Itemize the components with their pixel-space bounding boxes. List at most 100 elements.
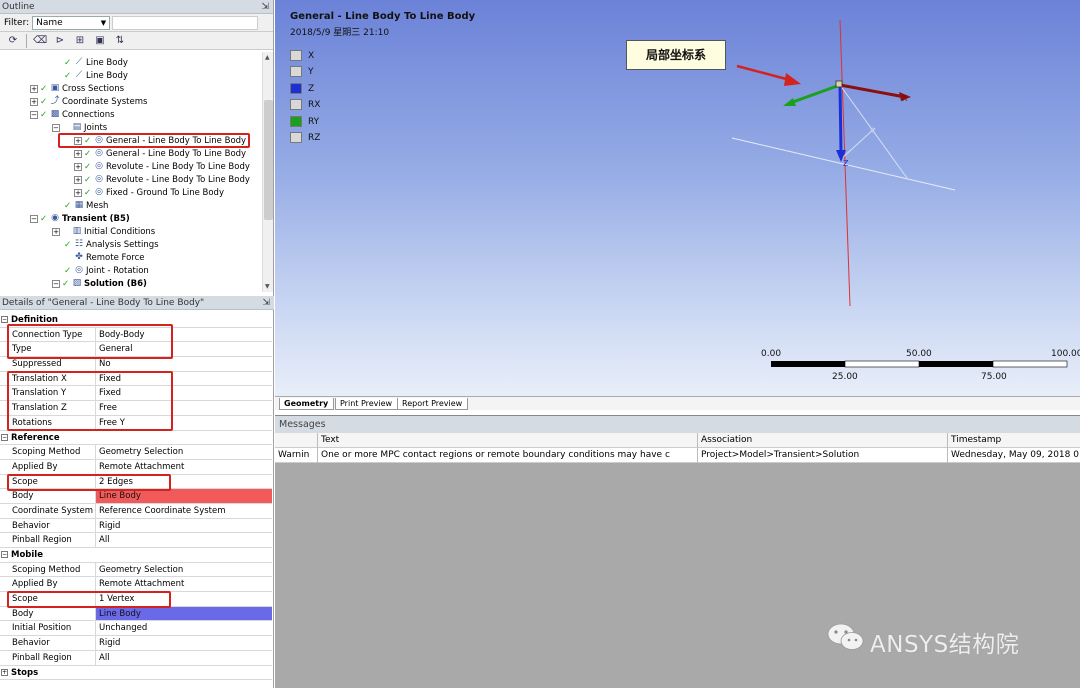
tree-item[interactable]: + ✓ ◎ Revolute - Line Body To Line Body bbox=[74, 160, 250, 173]
tree-item[interactable]: − ▤ Joints bbox=[52, 121, 107, 134]
scroll-thumb[interactable] bbox=[264, 100, 273, 220]
tree-item[interactable]: + ▥ Initial Conditions bbox=[52, 225, 155, 238]
tree-item[interactable]: ✓ ☷ Analysis Settings bbox=[52, 238, 159, 251]
property-value[interactable]: Geometry Selection bbox=[96, 563, 272, 577]
details-row[interactable]: Rotations Free Y bbox=[0, 415, 272, 431]
expand-icon[interactable]: + bbox=[1, 668, 8, 676]
details-row[interactable]: Applied By Remote Attachment bbox=[0, 577, 272, 593]
expand-icon[interactable]: + bbox=[74, 149, 82, 158]
property-value[interactable]: Rigid bbox=[96, 519, 272, 533]
property-value[interactable]: Line Body bbox=[96, 489, 272, 503]
property-value[interactable]: All bbox=[96, 651, 272, 665]
details-row[interactable]: Translation Z Free bbox=[0, 401, 272, 416]
details-row[interactable]: Behavior Rigid bbox=[0, 636, 272, 651]
collapse-icon[interactable]: − bbox=[30, 110, 38, 119]
tree-item[interactable]: − ✓ ◉ Transient (B5) bbox=[30, 212, 130, 225]
details-row[interactable]: Body Line Body bbox=[0, 489, 272, 504]
tab-report-preview[interactable]: Report Preview bbox=[397, 398, 469, 410]
tree-item[interactable]: ✓ ◎ Joint - Rotation bbox=[52, 264, 149, 277]
property-value[interactable]: Fixed bbox=[96, 372, 272, 386]
property-value[interactable]: Geometry Selection bbox=[96, 445, 272, 459]
property-value[interactable]: Body-Body bbox=[96, 328, 272, 342]
details-section-header[interactable]: − Definition bbox=[0, 313, 272, 328]
property-value[interactable]: 2 Edges bbox=[96, 475, 272, 489]
tab-geometry[interactable]: Geometry bbox=[279, 398, 335, 410]
property-value[interactable]: Line Body bbox=[96, 606, 272, 621]
details-row[interactable]: Scope 2 Edges bbox=[0, 474, 272, 490]
tree-item[interactable]: ✤ Remote Force bbox=[52, 251, 144, 264]
tab-print-preview[interactable]: Print Preview bbox=[335, 398, 399, 410]
details-row[interactable]: Pinball Region All bbox=[0, 533, 272, 548]
details-row[interactable]: Coordinate System Reference Coordinate Sy… bbox=[0, 503, 272, 519]
expand-icon[interactable]: + bbox=[52, 227, 60, 236]
tree-item[interactable]: + ✓ ▣ Cross Sections bbox=[30, 82, 124, 95]
details-row[interactable]: Suppressed No bbox=[0, 357, 272, 372]
details-section-header[interactable]: + Stops bbox=[0, 665, 272, 681]
header-text[interactable]: Text bbox=[317, 433, 697, 448]
property-value[interactable]: Remote Attachment bbox=[96, 577, 272, 591]
collapse-icon[interactable]: − bbox=[1, 433, 8, 441]
header-association[interactable]: Association bbox=[697, 433, 947, 448]
clear-icon[interactable]: ⌫ bbox=[33, 34, 47, 48]
details-row[interactable]: Applied By Remote Attachment bbox=[0, 459, 272, 475]
expand-all-icon[interactable]: ⊞ bbox=[73, 34, 87, 48]
filter-input[interactable] bbox=[112, 15, 259, 30]
details-row[interactable]: Scoping Method Geometry Selection bbox=[0, 445, 272, 460]
header-timestamp[interactable]: Timestamp bbox=[947, 433, 1080, 448]
property-value[interactable]: Free Y bbox=[96, 416, 272, 430]
collapse-icon[interactable]: − bbox=[52, 123, 60, 132]
property-value[interactable]: 1 Vertex bbox=[96, 592, 272, 606]
tree-item[interactable]: + ✓ ◎ General - Line Body To Line Body bbox=[74, 134, 246, 147]
tree-item[interactable]: − ✓ ▩ Connections bbox=[30, 108, 115, 121]
pin-icon[interactable]: ⇲ bbox=[261, 0, 269, 14]
tree-scrollbar[interactable]: ▲ ▼ bbox=[262, 52, 273, 292]
details-section-header[interactable]: − Mobile bbox=[0, 548, 272, 563]
filter-select[interactable]: Name ▼ bbox=[32, 15, 111, 30]
message-row[interactable]: Warnin One or more MPC contact regions o… bbox=[275, 448, 1080, 463]
property-value[interactable]: Remote Attachment bbox=[96, 460, 272, 474]
tree-item[interactable]: ✓ ⟋ Line Body bbox=[52, 69, 128, 82]
details-row[interactable]: Behavior Rigid bbox=[0, 518, 272, 534]
sort-icon[interactable]: ⇅ bbox=[113, 34, 127, 48]
property-value[interactable]: Rigid bbox=[96, 636, 272, 650]
tree-item[interactable]: ✓ ⟋ Line Body bbox=[52, 56, 128, 69]
refresh-icon[interactable]: ⟳ bbox=[6, 34, 20, 48]
tree-item[interactable]: + ✓ ◎ Fixed - Ground To Line Body bbox=[74, 186, 224, 199]
details-row[interactable]: Type General bbox=[0, 342, 272, 358]
scroll-up-icon[interactable]: ▲ bbox=[265, 54, 270, 61]
property-value[interactable]: Unchanged bbox=[96, 621, 272, 635]
expand-icon[interactable]: + bbox=[30, 84, 38, 93]
property-value[interactable]: Free bbox=[96, 401, 272, 415]
property-value[interactable]: Reference Coordinate System bbox=[96, 504, 272, 518]
property-value[interactable]: All bbox=[96, 533, 272, 547]
graphics-viewport[interactable]: + General - Line Body To Line Body 2018/… bbox=[275, 0, 1080, 396]
collapse-icon[interactable]: − bbox=[1, 316, 8, 323]
details-row[interactable]: Pinball Region All bbox=[0, 650, 272, 666]
collapse-icon[interactable]: − bbox=[30, 214, 38, 223]
details-row[interactable]: Connection Type Body-Body bbox=[0, 327, 272, 343]
details-row[interactable]: Scoping Method Geometry Selection bbox=[0, 562, 272, 578]
pin-icon[interactable]: ⇲ bbox=[262, 296, 270, 310]
property-value[interactable]: Fixed bbox=[96, 386, 272, 400]
expand-icon[interactable]: + bbox=[30, 97, 38, 106]
tree-item[interactable]: ✓ ▦ Mesh bbox=[52, 199, 108, 212]
tree-item[interactable]: + ✓ ⤴ Coordinate Systems bbox=[30, 95, 147, 108]
expand-icon[interactable]: + bbox=[74, 175, 82, 184]
expand-icon[interactable]: + bbox=[74, 136, 82, 145]
folder-icon[interactable]: ▣ bbox=[93, 34, 107, 48]
tree-item[interactable]: + ✓ ◎ General - Line Body To Line Body bbox=[74, 147, 246, 160]
tree-sync-icon[interactable]: ⊳ bbox=[53, 34, 67, 48]
details-section-header[interactable]: − Reference bbox=[0, 430, 272, 446]
collapse-icon[interactable]: − bbox=[1, 551, 8, 558]
expand-icon[interactable]: + bbox=[74, 188, 82, 197]
details-row[interactable]: Initial Position Unchanged bbox=[0, 621, 272, 637]
details-row[interactable]: Body Line Body bbox=[0, 606, 272, 622]
details-row[interactable]: Translation Y Fixed bbox=[0, 386, 272, 402]
details-row[interactable]: Scope 1 Vertex bbox=[0, 592, 272, 607]
property-value[interactable]: General bbox=[96, 342, 272, 356]
property-value[interactable]: No bbox=[96, 357, 272, 371]
details-row[interactable]: Translation X Fixed bbox=[0, 371, 272, 387]
expand-icon[interactable]: + bbox=[74, 162, 82, 171]
tree-item[interactable]: − ✓ ▨ Solution (B6) bbox=[52, 277, 147, 290]
tree-item[interactable]: + ✓ ◎ Revolute - Line Body To Line Body bbox=[74, 173, 250, 186]
